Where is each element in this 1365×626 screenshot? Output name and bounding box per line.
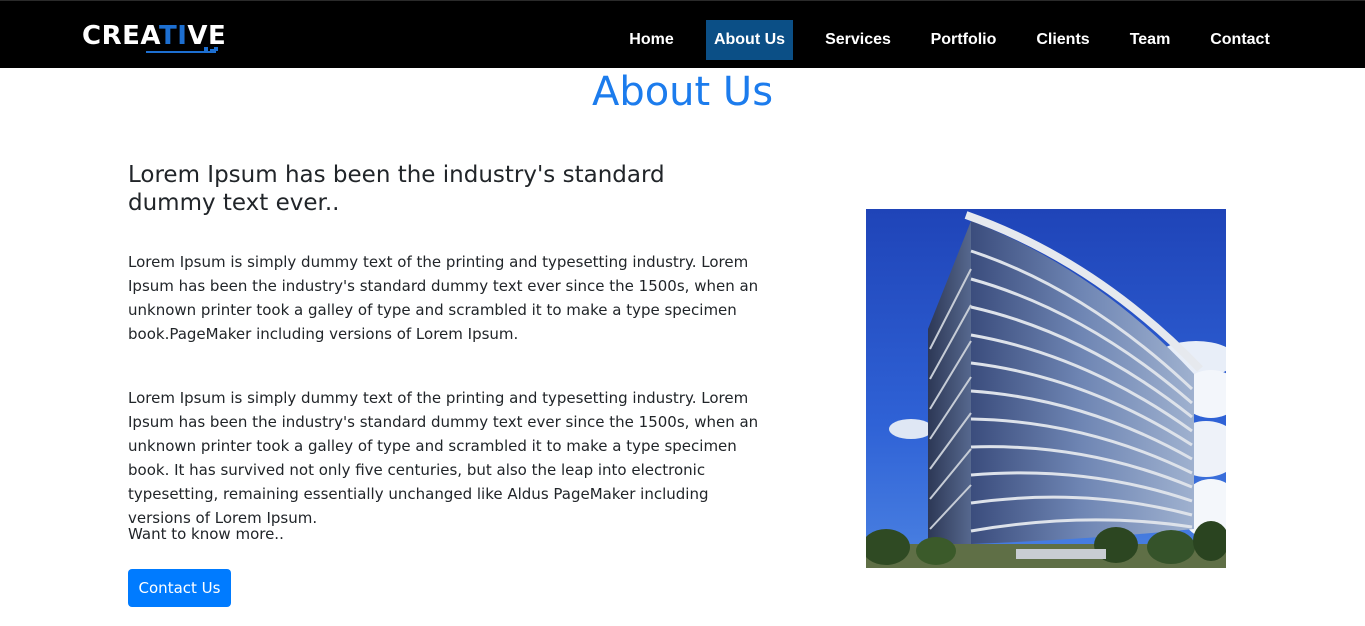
office-building-photo [866, 209, 1226, 568]
nav-home[interactable]: Home [621, 20, 682, 60]
section-heading: Lorem Ipsum has been the industry's stan… [128, 162, 665, 216]
nav-about-us[interactable]: About Us [706, 20, 793, 60]
intro-paragraph: Lorem Ipsum is simply dummy text of the … [128, 253, 759, 343]
main-nav: Home About Us Services Portfolio Clients… [0, 20, 1365, 60]
nav-portfolio[interactable]: Portfolio [922, 20, 1005, 60]
nav-services[interactable]: Services [818, 20, 898, 60]
top-navbar: CREATIVE Home About Us Services Portfoli… [0, 0, 1365, 68]
more-prompt: Want to know more.. [128, 525, 284, 543]
page-title: About Us [591, 69, 774, 115]
nav-clients[interactable]: Clients [1028, 20, 1098, 60]
nav-contact[interactable]: Contact [1202, 20, 1278, 60]
detail-paragraph: Lorem Ipsum is simply dummy text of the … [128, 389, 759, 527]
contact-us-button[interactable]: Contact Us [128, 569, 231, 607]
nav-team[interactable]: Team [1122, 20, 1178, 60]
